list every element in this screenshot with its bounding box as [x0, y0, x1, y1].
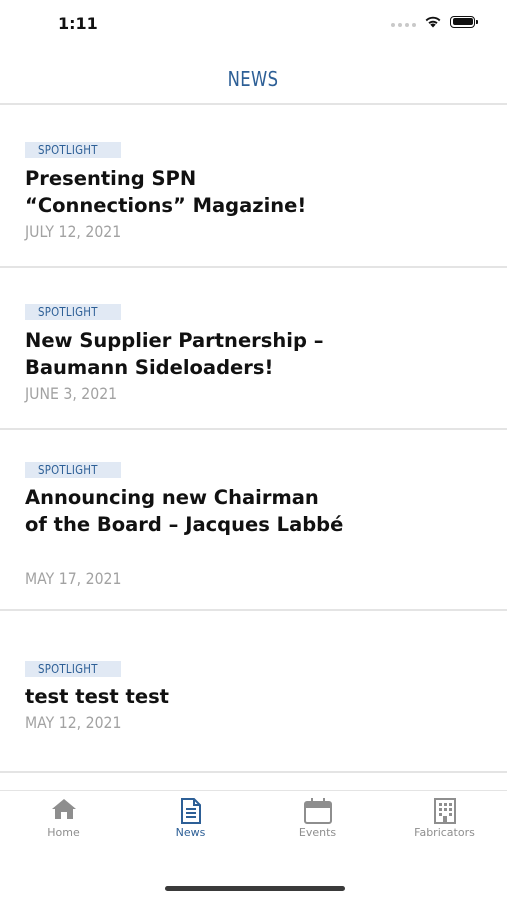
category-badge: SPOTLIGHT — [25, 304, 122, 320]
news-date: MAY 17, 2021 — [25, 569, 122, 588]
news-item[interactable]: SPOTLIGHT New Supplier Partnership – Bau… — [0, 268, 507, 430]
tab-events[interactable]: Events — [254, 791, 381, 851]
news-item[interactable]: SPOTLIGHT Announcing new Chairman of the… — [0, 430, 507, 611]
category-badge: SPOTLIGHT — [25, 462, 122, 478]
news-title: Announcing new Chairman of the Board – J… — [25, 486, 344, 536]
tab-label: Events — [298, 826, 337, 839]
tab-label: News — [175, 826, 206, 839]
news-item[interactable]: SPOTLIGHT test test test MAY 12, 2021 — [0, 611, 507, 773]
news-date: JULY 12, 2021 — [25, 222, 122, 241]
page-title: NEWS — [228, 67, 279, 91]
status-icons — [391, 15, 478, 28]
cellular-signal-icon — [391, 17, 416, 27]
calendar-icon — [303, 798, 332, 824]
tab-label: Home — [47, 826, 80, 839]
news-item[interactable]: SPOTLIGHT Presenting SPN “Connections” M… — [0, 106, 507, 268]
wifi-icon — [425, 16, 441, 28]
home-icon — [51, 799, 76, 819]
building-icon — [433, 798, 456, 824]
news-list: SPOTLIGHT Presenting SPN “Connections” M… — [0, 106, 507, 773]
tab-label: Fabricators — [414, 826, 475, 839]
news-title: Presenting SPN “Connections” Magazine! — [25, 167, 307, 217]
home-indicator[interactable] — [165, 886, 345, 891]
tab-news[interactable]: News — [127, 791, 254, 851]
news-date: MAY 12, 2021 — [25, 713, 122, 732]
tab-bar: Home News Events Fabricators — [0, 790, 507, 851]
nav-header: NEWS — [0, 55, 507, 105]
newspaper-icon — [180, 798, 201, 824]
category-badge: SPOTLIGHT — [25, 661, 122, 677]
tab-fabricators[interactable]: Fabricators — [381, 791, 507, 851]
status-time: 1:11 — [58, 14, 98, 33]
news-title: test test test — [25, 685, 170, 708]
news-title: New Supplier Partnership – Baumann Sidel… — [25, 329, 324, 379]
battery-icon — [450, 15, 478, 28]
tab-home[interactable]: Home — [0, 791, 127, 851]
status-bar: 1:11 — [0, 0, 507, 50]
news-date: JUNE 3, 2021 — [25, 384, 118, 403]
category-badge: SPOTLIGHT — [25, 142, 122, 158]
